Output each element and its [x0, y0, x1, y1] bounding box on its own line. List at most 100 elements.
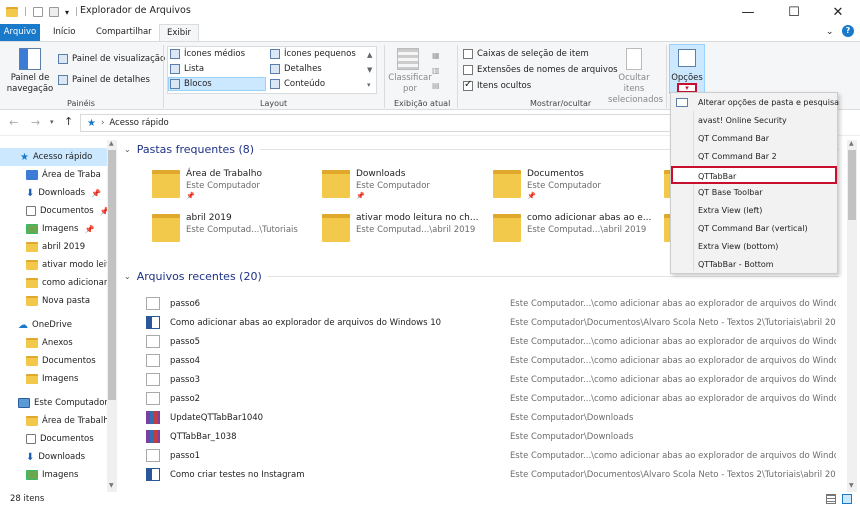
- list-item[interactable]: passo4 Este Computador...\como adicionar …: [146, 351, 836, 370]
- list-item[interactable]: QTTabBar_1038 Este Computador\Downloads: [146, 427, 836, 446]
- tile-folder[interactable]: como adicionar abas ao e... Este Computa…: [493, 212, 653, 246]
- tile-folder[interactable]: Documentos Este Computador 📌: [493, 168, 653, 202]
- scroll-down-icon[interactable]: ▼: [849, 482, 854, 489]
- scroll-thumb[interactable]: [108, 150, 116, 400]
- nav-scrollbar[interactable]: ▲ ▼: [107, 140, 117, 492]
- item-checkboxes-toggle[interactable]: Caixas de seleção de item: [463, 47, 589, 61]
- nav-item-onedrive[interactable]: ☁ OneDrive: [18, 316, 72, 334]
- list-item[interactable]: passo6 Este Computador...\como adicionar …: [146, 294, 836, 313]
- menu-item-extra-view-bottom[interactable]: Extra View (bottom): [671, 238, 837, 256]
- layout-medium-icons[interactable]: Ícones médios: [170, 47, 245, 61]
- tab-arquivo[interactable]: Arquivo: [0, 24, 40, 41]
- forward-icon[interactable]: →: [31, 116, 40, 129]
- menu-item-qt-command-bar-2[interactable]: QT Command Bar 2: [671, 148, 837, 166]
- new-folder-icon[interactable]: [49, 7, 60, 17]
- back-icon[interactable]: ←: [9, 116, 18, 129]
- nav-item-this-pc[interactable]: Este Computador: [18, 394, 108, 412]
- nav-item-nova-pasta[interactable]: Nova pasta: [26, 292, 90, 310]
- navigation-pane-icon[interactable]: [19, 48, 41, 70]
- folder-icon[interactable]: [6, 7, 18, 17]
- extensions-toggle[interactable]: Extensões de nomes de arquivos: [463, 63, 618, 77]
- menu-item-qt-command-bar-vertical[interactable]: QT Command Bar (vertical): [671, 220, 837, 238]
- scroll-down-icon[interactable]: ▼: [109, 482, 114, 489]
- menu-item-avast[interactable]: avast! Online Security: [671, 112, 837, 130]
- layout-details[interactable]: Detalhes: [270, 62, 322, 76]
- tile-folder[interactable]: ativar modo leitura no ch... Este Comput…: [322, 212, 482, 246]
- help-icon[interactable]: ?: [842, 25, 854, 37]
- tab-compartilhar[interactable]: Compartilhar: [89, 24, 159, 41]
- nav-item-images[interactable]: Imagens 📌: [26, 220, 94, 238]
- tile-folder[interactable]: Downloads Este Computador 📌: [322, 168, 482, 202]
- content-scrollbar[interactable]: ▲ ▼: [847, 140, 857, 492]
- tile-folder[interactable]: Área de Trabalho Este Computador 📌: [152, 168, 312, 202]
- chevron-down-icon[interactable]: ⌄: [826, 27, 834, 37]
- tab-exibir[interactable]: Exibir: [159, 24, 200, 42]
- nav-item-documents[interactable]: Documentos 📌: [26, 202, 110, 220]
- nav-item-ativar-modo[interactable]: ativar modo leitu: [26, 256, 115, 274]
- address-box[interactable]: ★ › Acesso rápido: [80, 114, 680, 132]
- nav-item-desktop[interactable]: Área de Traba📌: [26, 166, 117, 184]
- nav-item-pc-downloads[interactable]: ⬇ Downloads: [26, 448, 85, 466]
- nav-item-downloads[interactable]: ⬇ Downloads 📌: [26, 184, 101, 202]
- scroll-up-icon[interactable]: ▲: [849, 140, 854, 147]
- folder-icon: [493, 214, 521, 242]
- layout-small-icons[interactable]: Ícones pequenos: [270, 47, 356, 61]
- properties-icon[interactable]: [33, 7, 44, 17]
- layout-list[interactable]: Lista: [170, 62, 204, 76]
- menu-item-extra-view-left[interactable]: Extra View (left): [671, 202, 837, 220]
- hide-selected-icon[interactable]: [626, 48, 642, 70]
- word-document-icon: [146, 316, 160, 329]
- list-item[interactable]: passo1 Este Computador...\como adicionar …: [146, 446, 836, 465]
- large-icons-view-icon[interactable]: [842, 494, 852, 504]
- list-item[interactable]: Como adicionar abas ao explorador de arq…: [146, 313, 836, 332]
- up-icon[interactable]: ↑: [64, 115, 73, 128]
- close-button[interactable]: ✕: [816, 0, 860, 24]
- menu-item-qt-command-bar[interactable]: QT Command Bar: [671, 130, 837, 148]
- sort-icon[interactable]: [397, 48, 419, 70]
- group-by-icon[interactable]: ▦ ▥ ▤: [432, 48, 440, 93]
- nav-item-onedrive-documentos[interactable]: Documentos: [26, 352, 96, 370]
- nav-item-pc-images[interactable]: Imagens: [26, 466, 78, 484]
- list-item[interactable]: UpdateQTTabBar1040 Este Computador\Downlo…: [146, 408, 836, 427]
- document-icon: [26, 206, 36, 216]
- text-file-icon: [146, 354, 160, 367]
- tab-inicio[interactable]: Início: [46, 24, 83, 41]
- menu-item-qttabbar[interactable]: QTTabBar: [671, 166, 837, 184]
- menu-item-folder-options[interactable]: Alterar opções de pasta e pesquisa: [671, 94, 839, 112]
- checkbox[interactable]: [463, 65, 473, 75]
- menu-item-qt-base-toolbar[interactable]: QT Base Toolbar: [671, 184, 837, 202]
- nav-item-pc-documents[interactable]: Documentos: [26, 430, 94, 448]
- layout-content[interactable]: Conteúdo: [270, 77, 325, 91]
- hidden-items-toggle[interactable]: Itens ocultos: [463, 79, 531, 93]
- scroll-thumb[interactable]: [848, 150, 856, 220]
- list-item[interactable]: passo3 Este Computador...\como adicionar …: [146, 370, 836, 389]
- details-icon: [270, 64, 280, 74]
- nav-item-pc-desktop[interactable]: Área de Trabalho: [26, 412, 114, 430]
- details-view-icon[interactable]: [826, 494, 836, 504]
- list-item[interactable]: passo5 Este Computador...\como adicionar …: [146, 332, 836, 351]
- gallery-scroll[interactable]: ▲ ▼ ▾: [367, 48, 372, 93]
- menu-item-qttabbar-bottom[interactable]: QTTabBar - Bottom: [671, 256, 837, 274]
- details-pane-button[interactable]: Painel de detalhes: [58, 73, 150, 87]
- sort-by-button[interactable]: Classificar por: [388, 73, 432, 95]
- minimize-button[interactable]: —: [726, 0, 770, 24]
- nav-item-quick-access[interactable]: ★ Acesso rápido: [0, 148, 107, 166]
- layout-tiles[interactable]: Blocos: [168, 77, 266, 91]
- hide-selected-button[interactable]: Ocultar itens selecionados: [608, 73, 663, 106]
- list-item[interactable]: Como criar testes no Instagram Este Compu…: [146, 465, 836, 484]
- nav-item-onedrive-imagens[interactable]: Imagens: [26, 370, 78, 388]
- nav-item-abril-2019[interactable]: abril 2019: [26, 238, 85, 256]
- preview-pane-button[interactable]: Painel de visualização: [58, 52, 165, 66]
- tile-folder[interactable]: abril 2019 Este Computad...\Tutoriais: [152, 212, 312, 246]
- navigation-pane-button[interactable]: Painel de navegação: [4, 73, 56, 95]
- list-item[interactable]: passo2 Este Computador...\como adicionar …: [146, 389, 836, 408]
- chevron-down-icon[interactable]: ▾: [65, 8, 69, 17]
- scroll-up-icon[interactable]: ▲: [109, 140, 114, 147]
- checkbox[interactable]: [463, 49, 473, 59]
- maximize-button[interactable]: ☐: [772, 0, 816, 24]
- nav-item-como-adicionar[interactable]: como adicionar: [26, 274, 107, 292]
- checkbox-checked[interactable]: [463, 79, 473, 91]
- options-button[interactable]: Opções ▾: [669, 44, 705, 94]
- recent-locations-icon[interactable]: ▾: [50, 118, 54, 126]
- nav-item-anexos[interactable]: Anexos: [26, 334, 73, 352]
